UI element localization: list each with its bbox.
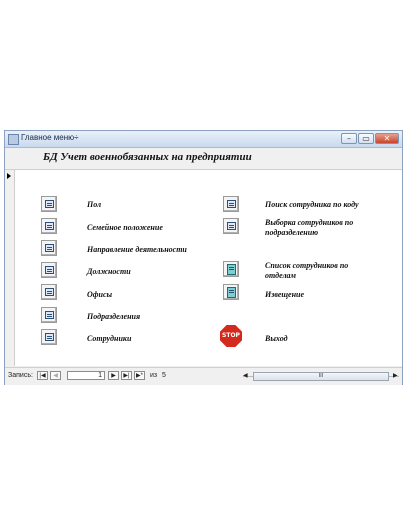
form-icon — [227, 200, 236, 208]
gender-button[interactable] — [41, 196, 57, 212]
title-bar[interactable]: Главное меню÷ – ▭ ✕ — [5, 131, 402, 148]
close-button[interactable]: ✕ — [375, 133, 399, 144]
employees-by-department-label: Выборка сотрудников по подразделению — [265, 218, 354, 237]
exit-label: Выход — [265, 334, 288, 343]
form-icon — [45, 288, 54, 296]
record-navigation-bar: Запись: |◀ ◀ 1 ▶ ▶| ▶* из 5 ◀ III ▶ — [5, 367, 402, 385]
of-label: из — [150, 372, 158, 379]
horizontal-scrollbar[interactable]: ◀ III ▶ — [243, 372, 399, 381]
record-selector[interactable] — [5, 170, 15, 366]
total-records: 5 — [162, 372, 166, 379]
stop-sign-icon: STOP — [220, 325, 242, 347]
form-icon — [45, 200, 54, 208]
page-title: БД Учет военнобязанных на предприятии — [43, 151, 252, 163]
next-record-button[interactable]: ▶ — [108, 371, 119, 380]
form-window-icon — [8, 134, 19, 145]
activity-direction-button[interactable] — [41, 240, 57, 256]
new-record-button[interactable]: ▶* — [134, 371, 145, 380]
minimize-button[interactable]: – — [341, 133, 357, 144]
record-label: Запись: — [8, 372, 33, 379]
marital-status-label: Семейное положение — [87, 223, 163, 232]
current-record-input[interactable]: 1 — [67, 371, 105, 380]
activity-direction-label: Направление деятельности — [87, 245, 187, 254]
scroll-right-icon[interactable]: ▶ — [393, 372, 398, 379]
gender-label: Пол — [87, 200, 102, 209]
current-record-arrow-icon — [7, 173, 11, 179]
form-body: БД Учет военнобязанных на предприятии По… — [5, 148, 402, 366]
marital-status-button[interactable] — [41, 218, 57, 234]
departments-button[interactable] — [41, 307, 57, 323]
employees-list-report-label: Список сотрудников по отделам — [265, 261, 349, 280]
offices-label: Офисы — [87, 290, 113, 299]
employees-by-department-button[interactable] — [223, 218, 239, 234]
form-icon — [45, 333, 54, 341]
search-employee-by-code-label: Поиск сотрудника по коду — [265, 200, 359, 209]
form-header: БД Учет военнобязанных на предприятии — [5, 148, 402, 170]
positions-button[interactable] — [41, 262, 57, 278]
form-icon — [45, 266, 54, 274]
notice-report-button[interactable] — [223, 284, 239, 300]
notice-label: Извещение — [265, 290, 305, 299]
maximize-button[interactable]: ▭ — [358, 133, 374, 144]
first-record-button[interactable]: |◀ — [37, 371, 48, 380]
report-icon — [227, 264, 236, 275]
report-icon — [227, 287, 236, 298]
form-icon — [45, 311, 54, 319]
window-title: Главное меню÷ — [21, 133, 79, 142]
employees-label: Сотрудники — [87, 334, 132, 343]
positions-label: Должности — [87, 267, 131, 276]
form-icon — [45, 222, 54, 230]
offices-button[interactable] — [41, 284, 57, 300]
exit-button[interactable]: STOP — [220, 325, 242, 347]
main-menu-window: Главное меню÷ – ▭ ✕ БД Учет военнобязанн… — [4, 130, 403, 385]
departments-label: Подразделения — [87, 312, 141, 321]
scroll-left-icon[interactable]: ◀ — [243, 372, 248, 379]
previous-record-button[interactable]: ◀ — [50, 371, 61, 380]
employees-list-report-button[interactable] — [223, 261, 239, 277]
employees-button[interactable] — [41, 329, 57, 345]
search-employee-by-code-button[interactable] — [223, 196, 239, 212]
scroll-thumb[interactable]: III — [253, 372, 389, 381]
form-icon — [45, 244, 54, 252]
form-icon — [227, 222, 236, 230]
last-record-button[interactable]: ▶| — [121, 371, 132, 380]
